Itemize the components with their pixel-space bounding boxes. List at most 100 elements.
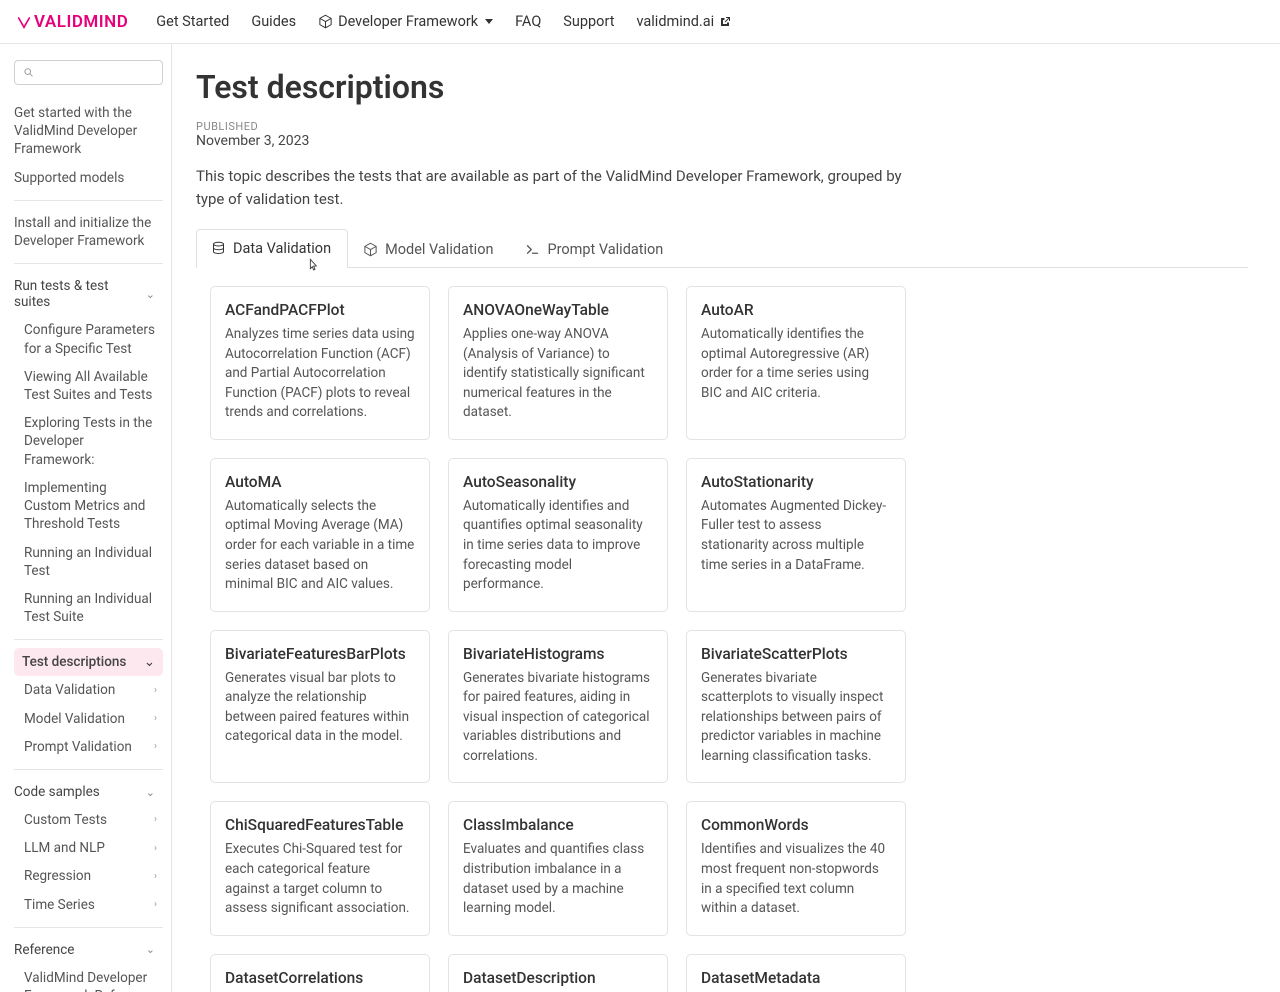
test-card-title: CommonWords — [701, 816, 891, 834]
nav-support[interactable]: Support — [563, 13, 614, 30]
sidebar-item-label: Data Validation — [24, 681, 115, 699]
logo[interactable]: VALIDMIND — [16, 12, 128, 32]
test-card-title: BivariateHistograms — [463, 645, 653, 663]
sidebar-section-code-samples[interactable]: Code samples ⌄ — [14, 778, 163, 806]
sidebar-separator — [14, 769, 163, 770]
sidebar-separator — [14, 639, 163, 640]
test-card[interactable]: ChiSquaredFeaturesTable Executes Chi-Squa… — [210, 801, 430, 935]
test-card[interactable]: AutoSeasonality Automatically identifies … — [448, 458, 668, 612]
cube-icon — [318, 14, 333, 29]
test-card-desc: Analyzes time series data using Autocorr… — [225, 325, 415, 423]
chevron-right-icon: › — [154, 684, 157, 698]
sidebar-item-view-suites[interactable]: Viewing All Available Test Suites and Te… — [22, 363, 163, 409]
chevron-down-icon: ⌄ — [144, 654, 155, 670]
sidebar-item-prompt-validation[interactable]: Prompt Validation › — [22, 733, 163, 761]
sidebar-section-test-descriptions[interactable]: Test descriptions ⌄ — [14, 648, 163, 676]
top-nav: VALIDMIND Get Started Guides Developer F… — [0, 0, 1280, 44]
nav-guides[interactable]: Guides — [251, 13, 296, 30]
test-card[interactable]: BivariateFeaturesBarPlots Generates visua… — [210, 630, 430, 784]
main-content: Test descriptions PUBLISHED November 3, … — [172, 44, 1280, 992]
page-intro: This topic describes the tests that are … — [196, 165, 916, 210]
cursor-pointer-icon — [305, 257, 321, 275]
sidebar-item-run-individual-suite[interactable]: Running an Individual Test Suite — [22, 585, 163, 631]
sidebar-item-supported-models[interactable]: Supported models — [14, 164, 163, 192]
test-card[interactable]: DatasetCorrelationsAssesses correlation … — [210, 954, 430, 992]
sidebar-item-label: Running an Individual Test — [24, 544, 157, 580]
test-card[interactable]: BivariateScatterPlots Generates bivariate… — [686, 630, 906, 784]
sidebar-item-data-validation[interactable]: Data Validation › — [22, 676, 163, 704]
published-label: PUBLISHED — [196, 120, 1248, 133]
sidebar-item-run-individual-test[interactable]: Running an Individual Test — [22, 539, 163, 585]
sidebar-item-label: Exploring Tests in the Developer Framewo… — [24, 414, 157, 469]
test-card[interactable]: AutoMA Automatically selects the optimal … — [210, 458, 430, 612]
nav-faq[interactable]: FAQ — [515, 13, 541, 30]
test-card-title: ChiSquaredFeaturesTable — [225, 816, 415, 834]
test-card-title: BivariateScatterPlots — [701, 645, 891, 663]
nav-site[interactable]: validmind.ai — [636, 13, 731, 30]
sidebar-item-time-series[interactable]: Time Series› — [22, 891, 163, 919]
test-card[interactable]: CommonWordsIdentifies and visualizes the… — [686, 801, 906, 935]
test-card-desc: Automatically selects the optimal Moving… — [225, 497, 415, 595]
sidebar-item-install[interactable]: Install and initialize the Developer Fra… — [14, 209, 163, 255]
test-card[interactable]: AutoStationarityAutomates Augmented Dick… — [686, 458, 906, 612]
sidebar-item-custom-metrics[interactable]: Implementing Custom Metrics and Threshol… — [22, 474, 163, 539]
sidebar-item-label: ValidMind Developer Framework Reference — [24, 969, 157, 992]
test-card[interactable]: BivariateHistograms Generates bivariate h… — [448, 630, 668, 784]
test-card[interactable]: AutoARAutomatically identifies the optim… — [686, 286, 906, 440]
test-card[interactable]: ACFandPACFPlotAnalyzes time series data … — [210, 286, 430, 440]
nav-site-label: validmind.ai — [636, 13, 714, 30]
sidebar-item-label: Regression — [24, 867, 91, 885]
test-card-desc: Generates bivariate scatterplots to visu… — [701, 669, 891, 767]
logo-text: VALIDMIND — [34, 12, 128, 32]
test-card-title: AutoStationarity — [701, 473, 891, 491]
tab-label: Prompt Validation — [547, 241, 663, 258]
test-card-title: ANOVAOneWayTable — [463, 301, 653, 319]
test-card[interactable]: ANOVAOneWayTableApplies one-way ANOVA (A… — [448, 286, 668, 440]
cards-grid: ACFandPACFPlotAnalyzes time series data … — [196, 268, 1248, 992]
tab-label: Data Validation — [233, 240, 331, 257]
test-card[interactable]: DatasetDescriptionProvides comprehensive… — [448, 954, 668, 992]
chevron-right-icon: › — [154, 740, 157, 754]
sidebar-separator — [14, 200, 163, 201]
chevron-down-icon: ⌄ — [146, 943, 155, 956]
sidebar-item-model-validation[interactable]: Model Validation› — [22, 705, 163, 733]
tabs: Data Validation Model Validation Prompt … — [196, 228, 1248, 268]
sidebar-item-label: Model Validation — [24, 710, 125, 728]
test-card-title: AutoSeasonality — [463, 473, 653, 491]
search-input[interactable] — [39, 65, 154, 80]
nav-dev-framework-label: Developer Framework — [338, 13, 478, 30]
nav-developer-framework[interactable]: Developer Framework — [318, 13, 493, 30]
sidebar-section-label: Test descriptions — [22, 654, 126, 670]
sidebar-item-configure-params[interactable]: Configure Parameters for a Specific Test — [22, 316, 163, 362]
test-card[interactable]: ClassImbalanceEvaluates and quantifies c… — [448, 801, 668, 935]
sidebar-section-reference[interactable]: Reference ⌄ — [14, 936, 163, 964]
tab-prompt-validation[interactable]: Prompt Validation — [510, 229, 680, 268]
test-card-desc: Automatically identifies and quantifies … — [463, 497, 653, 595]
sidebar-item-get-started[interactable]: Get started with the ValidMind Developer… — [14, 99, 163, 164]
published-date: November 3, 2023 — [196, 133, 1248, 149]
sidebar-item-framework-reference[interactable]: ValidMind Developer Framework Reference — [22, 964, 163, 992]
sidebar-item-llm-nlp[interactable]: LLM and NLP› — [22, 834, 163, 862]
sidebar-item-custom-tests[interactable]: Custom Tests› — [22, 806, 163, 834]
terminal-icon — [525, 242, 540, 257]
nav-get-started[interactable]: Get Started — [156, 13, 229, 30]
chevron-right-icon: › — [154, 842, 157, 856]
search-input-wrap[interactable] — [14, 60, 163, 85]
test-card-title: DatasetMetadata — [701, 969, 891, 987]
page-title: Test descriptions — [196, 68, 1248, 106]
test-card-title: BivariateFeaturesBarPlots — [225, 645, 415, 663]
cube-icon — [363, 242, 378, 257]
test-card-title: AutoMA — [225, 473, 415, 491]
test-card-desc: Generates visual bar plots to analyze th… — [225, 669, 415, 747]
sidebar-section-run-tests[interactable]: Run tests & test suites ⌄ — [14, 272, 163, 316]
test-card-desc: Generates bivariate histograms for paire… — [463, 669, 653, 767]
test-card[interactable]: DatasetMetadataCollects and logs essenti… — [686, 954, 906, 992]
sidebar-section-label: Reference — [14, 942, 74, 958]
tab-model-validation[interactable]: Model Validation — [348, 229, 510, 268]
sidebar-item-label: Prompt Validation — [24, 738, 132, 756]
sidebar-item-regression[interactable]: Regression› — [22, 862, 163, 890]
sidebar-item-exploring-tests[interactable]: Exploring Tests in the Developer Framewo… — [22, 409, 163, 474]
database-icon — [211, 241, 226, 256]
test-card-desc: Executes Chi-Squared test for each categ… — [225, 840, 415, 918]
tab-data-validation[interactable]: Data Validation — [196, 229, 348, 268]
